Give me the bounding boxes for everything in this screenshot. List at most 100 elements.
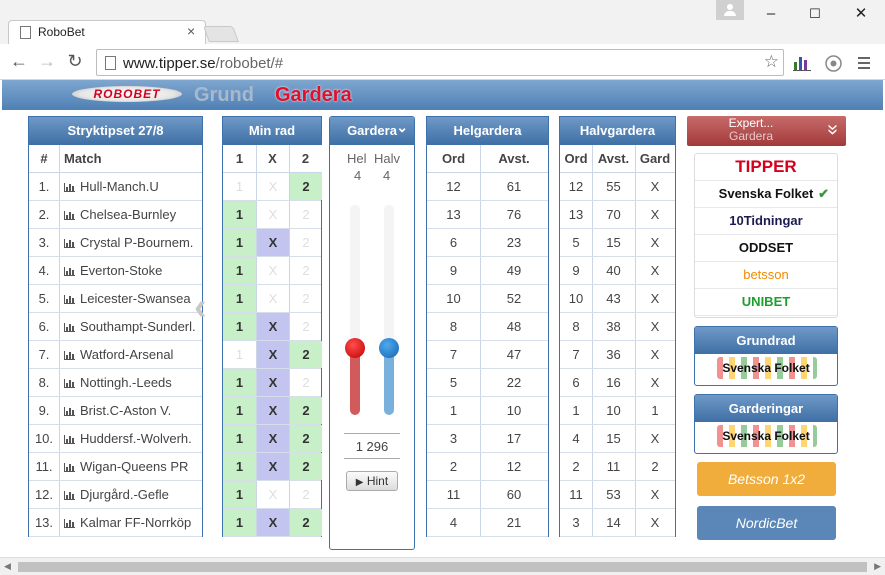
pick-cell-2[interactable]: 2 [290,173,322,200]
double-chevron-down-icon[interactable]: » [821,124,844,135]
pick-cell-2[interactable]: 2 [290,397,322,424]
bar-chart-icon[interactable] [64,295,75,304]
browser-tab[interactable]: RoboBet × [8,20,206,44]
pick-cell-1[interactable]: 1 [223,229,256,256]
pick-cell-1[interactable]: 1 [223,481,256,508]
expert-source-tipper[interactable]: TIPPER [695,154,837,181]
scrollbar-thumb[interactable] [18,562,867,572]
bar-chart-icon[interactable] [64,435,75,444]
pick-cell-x[interactable]: X [257,509,289,536]
expert-dropdown[interactable]: Expert... Gardera » [687,116,846,146]
bar-chart-icon[interactable] [64,379,75,388]
forward-arrow-icon[interactable]: → [36,51,58,72]
close-window-button[interactable]: ✕ [846,4,876,24]
collapse-arrow-icon[interactable]: ‹ [194,286,207,329]
pick-cell-x[interactable]: X [257,257,289,284]
chevron-down-icon[interactable]: ⌄ [396,114,408,141]
match-name[interactable]: Chelsea-Burnley [59,201,202,228]
extension-icon[interactable] [825,55,842,72]
pick-cell-2[interactable]: 2 [290,229,322,256]
bar-chart-icon[interactable] [64,323,75,332]
garderingar-box[interactable]: Garderingar Svenska Folket [694,394,838,454]
nav-gardera[interactable]: Gardera [275,84,352,107]
pick-cell-2[interactable]: 2 [290,509,322,536]
pick-cell-x[interactable]: X [257,229,289,256]
bar-chart-icon[interactable] [64,519,75,528]
grundrad-box[interactable]: Grundrad Svenska Folket [694,326,838,386]
reload-icon[interactable]: ↻ [64,51,86,72]
scroll-right-icon[interactable]: ▶ [874,561,881,572]
expert-source-betsson[interactable]: betsson [695,262,837,289]
bar-chart-icon[interactable] [64,351,75,360]
match-name[interactable]: Watford-Arsenal [59,341,202,368]
bar-chart-icon[interactable] [64,183,75,192]
match-name[interactable]: Huddersf.-Wolverh. [59,425,202,452]
match-name[interactable]: Brist.C-Aston V. [59,397,202,424]
match-name[interactable]: Kalmar FF-Norrköp [59,509,202,536]
pick-cell-1[interactable]: 1 [223,509,256,536]
close-tab-icon[interactable]: × [187,23,195,39]
match-name[interactable]: Wigan-Queens PR [59,453,202,480]
pick-cell-x[interactable]: X [257,201,289,228]
match-name[interactable]: Crystal P-Bournem. [59,229,202,256]
pick-cell-1[interactable]: 1 [223,257,256,284]
bar-chart-icon[interactable] [64,463,75,472]
match-name[interactable]: Nottingh.-Leeds [59,369,202,396]
user-profile-icon[interactable] [716,0,744,20]
expert-source-svenska-folket[interactable]: Svenska Folket ✔ [695,181,837,208]
nordicbet-button[interactable]: NordicBet [697,506,836,540]
back-arrow-icon[interactable]: ← [8,51,30,72]
halv-slider[interactable] [379,205,399,415]
bar-chart-icon[interactable] [64,239,75,248]
new-tab-button[interactable] [203,26,239,42]
bookmark-star-icon[interactable]: ☆ [764,52,779,72]
horizontal-scrollbar[interactable]: ◀ ▶ [0,557,885,575]
pick-cell-2[interactable]: 2 [290,257,322,284]
hint-button[interactable]: ▶ Hint [346,471,398,491]
expert-source-oddset[interactable]: ODDSET [695,235,837,262]
halv-slider-knob[interactable] [379,337,399,358]
match-name[interactable]: Djurgård.-Gefle [59,481,202,508]
pick-cell-1[interactable]: 1 [223,369,256,396]
pick-cell-x[interactable]: X [257,425,289,452]
pick-cell-1[interactable]: 1 [223,453,256,480]
bar-chart-icon[interactable] [64,491,75,500]
pick-cell-2[interactable]: 2 [290,341,322,368]
pick-cell-2[interactable]: 2 [290,453,322,480]
pick-cell-1[interactable]: 1 [223,397,256,424]
scroll-left-icon[interactable]: ◀ [4,561,11,572]
hel-slider[interactable] [345,205,365,415]
pick-cell-2[interactable]: 2 [290,481,322,508]
pick-cell-1[interactable]: 1 [223,425,256,452]
pick-cell-2[interactable]: 2 [290,425,322,452]
hel-slider-knob[interactable] [345,337,365,358]
robobet-logo[interactable]: ROBOBET [72,86,182,102]
bar-chart-icon[interactable] [64,267,75,276]
expert-source-unibet[interactable]: UNIBET [695,289,837,316]
pick-cell-x[interactable]: X [257,397,289,424]
pick-cell-1[interactable]: 1 [223,201,256,228]
pick-cell-1[interactable]: 1 [223,341,256,368]
url-text[interactable]: www.tipper.se/robobet/# [123,55,283,72]
match-name[interactable]: Leicester-Swansea [59,285,202,312]
match-name[interactable]: Everton-Stoke [59,257,202,284]
pick-cell-1[interactable]: 1 [223,285,256,312]
pick-cell-x[interactable]: X [257,285,289,312]
expert-source-10tidningar[interactable]: 10Tidningar [695,208,837,235]
pick-cell-x[interactable]: X [257,341,289,368]
pick-cell-x[interactable]: X [257,369,289,396]
pick-cell-2[interactable]: 2 [290,201,322,228]
bar-chart-icon[interactable] [64,211,75,220]
pick-cell-x[interactable]: X [257,313,289,340]
address-bar[interactable]: www.tipper.se/robobet/# ☆ [96,49,784,76]
betsson-1x2-button[interactable]: Betsson 1x2 [697,462,836,496]
menu-icon[interactable] [857,55,871,71]
pick-cell-1[interactable]: 1 [223,173,256,200]
maximize-button[interactable]: ☐ [800,4,830,24]
match-name[interactable]: Southampt-Sunderl. [59,313,202,340]
pick-cell-2[interactable]: 2 [290,369,322,396]
pick-cell-x[interactable]: X [257,481,289,508]
pick-cell-2[interactable]: 2 [290,285,322,312]
match-name[interactable]: Hull-Manch.U [59,173,202,200]
nav-grund[interactable]: Grund [194,84,254,107]
